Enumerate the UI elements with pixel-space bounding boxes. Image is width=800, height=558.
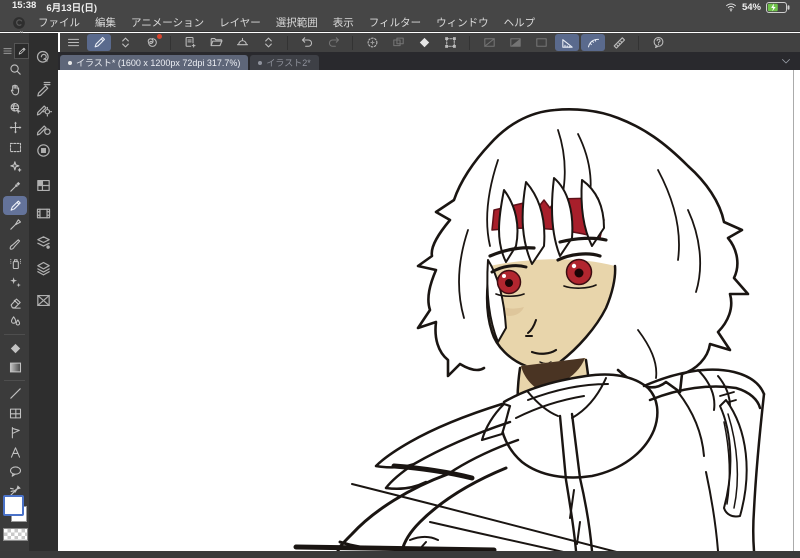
filter-sparkle-icon[interactable] [360,34,384,51]
fill-tool[interactable] [0,338,30,357]
flow-line-tool[interactable] [0,423,30,442]
eraser-tool[interactable] [0,293,30,312]
select-layer-icon [386,34,410,51]
menu-help[interactable]: ヘルプ [504,15,536,30]
airbrush-tool[interactable] [0,254,30,273]
eyedropper-tool[interactable] [0,176,30,195]
palette-menu-icon[interactable] [2,45,13,57]
decoration-tool[interactable] [0,273,30,292]
undo-icon[interactable] [295,34,319,51]
panel-edge-line [793,70,794,551]
snap-special-ruler-icon[interactable] [607,34,631,51]
gradient-tool[interactable] [0,358,30,377]
unsaved-dot [258,60,263,65]
menu-file[interactable]: ファイル [38,15,80,30]
clip-studio-icon[interactable] [139,34,163,51]
balloon-tool[interactable] [0,462,30,481]
bottom-edge-bar [0,551,800,558]
frame-border-tool[interactable] [0,404,30,423]
help-icon[interactable] [646,34,670,51]
new-canvas-icon[interactable] [178,34,202,51]
brush-tool[interactable] [0,235,30,254]
chevron-down-icon[interactable] [780,55,792,67]
layer-property-icon[interactable] [35,234,52,251]
color-set-icon[interactable] [35,142,52,159]
tab-label: イラスト* (1600 x 1200px 72dpi 317.7%) [76,58,241,68]
current-tool-icon [14,43,29,59]
timeline-icon[interactable] [35,205,52,222]
tab-illustration-1[interactable]: イラスト* (1600 x 1200px 72dpi 317.7%) [60,55,249,70]
snap-curve-ruler-icon[interactable] [581,34,605,51]
tab-label: イラスト2* [266,58,311,68]
figure-tool[interactable] [0,384,30,403]
clock: 15:38 [12,0,37,11]
color-swatches [0,495,30,547]
snap-ruler-icon[interactable] [555,34,579,51]
command-bar [60,33,800,52]
main-color-swatch[interactable] [3,495,24,516]
menu-selection[interactable]: 選択範囲 [276,15,318,30]
workspace-chevrons-icon[interactable] [113,34,137,51]
zoom-tool[interactable] [0,60,30,79]
navigator-icon[interactable] [35,292,52,309]
tab-illustration-2[interactable]: イラスト2* [250,55,319,70]
fill-icon[interactable] [412,34,436,51]
save-chevrons-icon[interactable] [256,34,280,51]
pen-tool[interactable] [3,195,27,216]
tool-property-icon[interactable] [35,100,52,117]
unsaved-dot [68,60,72,65]
notification-badge [157,34,162,39]
divider [638,35,639,50]
divider [4,380,25,382]
divider [287,35,288,50]
menu-edit[interactable]: 編集 [95,15,116,30]
menu-animation[interactable]: アニメーション [131,15,204,30]
deselect-icon [477,34,501,51]
invert-selection-icon [503,34,527,51]
clip-studio-logo[interactable] [12,16,26,30]
drawing-canvas[interactable] [58,70,800,551]
hand-tool[interactable] [0,79,30,98]
selection-tool[interactable] [0,138,30,157]
transform-icon[interactable] [438,34,462,51]
selection-area-icon [529,34,553,51]
main-menu-icon[interactable] [61,34,85,51]
quick-access-icon[interactable] [35,49,52,66]
save-icon[interactable] [230,34,254,51]
clip-studio-paint-window: 15:38 6月13日(日) 54% ファイル 編集 アニメーション レイヤー … [0,0,800,558]
wifi-icon [725,1,737,13]
layer-icon[interactable] [35,260,52,277]
menu-filter[interactable]: フィルター [369,15,421,30]
panel-rail [30,33,58,551]
menu-view[interactable]: 表示 [333,15,354,30]
open-file-icon[interactable] [204,34,228,51]
menu-bar: ファイル 編集 アニメーション レイヤー 選択範囲 表示 フィルター ウィンドウ… [0,14,800,32]
pen-settings-icon[interactable] [87,34,111,51]
operation-tool[interactable] [0,99,30,118]
battery-percent: 54% [741,1,761,13]
ipad-status-bar: 15:38 6月13日(日) 54% [0,0,800,14]
animation-cels-icon[interactable] [35,177,52,194]
battery-charging-icon [766,1,790,13]
divider [352,35,353,50]
canvas-tab-bar: イラスト* (1600 x 1200px 72dpi 317.7%) イラスト2… [58,52,800,70]
sub-tool-icon[interactable] [35,80,52,97]
menu-window[interactable]: ウィンドウ [436,15,489,30]
text-tool[interactable] [0,442,30,461]
blend-tool[interactable] [0,312,30,331]
move-layer-tool[interactable] [0,118,30,137]
redo-icon [321,34,345,51]
transparent-color-swatch[interactable] [3,528,28,541]
menu-layer[interactable]: レイヤー [219,15,261,30]
auto-select-tool[interactable] [0,157,30,176]
artwork-illustration [293,107,766,551]
divider [4,334,25,336]
divider [469,35,470,50]
tool-palette [0,33,30,551]
pencil-tool[interactable] [0,215,30,234]
date: 6月13日(日) [46,3,97,14]
brush-size-icon[interactable] [35,120,52,137]
divider [170,35,171,50]
